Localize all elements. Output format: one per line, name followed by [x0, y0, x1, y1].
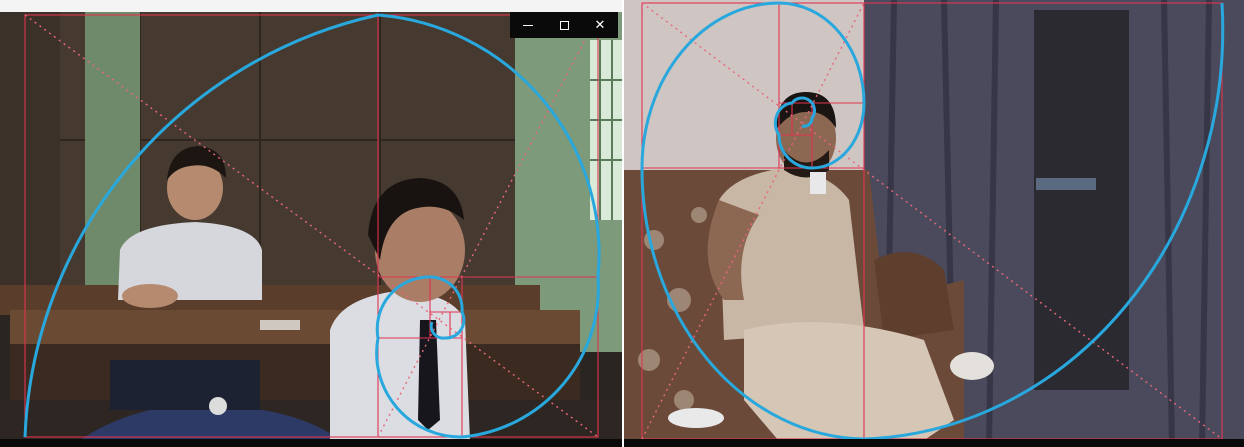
close-icon: ✕: [594, 17, 606, 33]
minimize-icon: [523, 24, 533, 26]
bottom-frame-edge: [0, 439, 622, 447]
sandal: [950, 352, 994, 380]
drinking-cup: [810, 172, 826, 194]
bottom-frame-edge: [624, 439, 1244, 447]
left-photo-illustration: [0, 12, 622, 447]
close-button[interactable]: ✕: [585, 13, 615, 37]
window-controls: ✕: [510, 12, 618, 38]
minimize-button[interactable]: [513, 13, 543, 37]
man-trousers: [744, 322, 954, 447]
maximize-icon: [559, 20, 569, 30]
right-photo-illustration: [624, 0, 1244, 447]
right-photo-panel: [624, 0, 1244, 447]
foreground-boy-shirt: [330, 291, 470, 440]
maximize-button[interactable]: [549, 13, 579, 37]
saucer: [668, 408, 724, 428]
left-photo-panel: ✕: [0, 0, 622, 447]
dark-cabinet: [1034, 10, 1129, 390]
crumpled-paper: [209, 397, 227, 415]
